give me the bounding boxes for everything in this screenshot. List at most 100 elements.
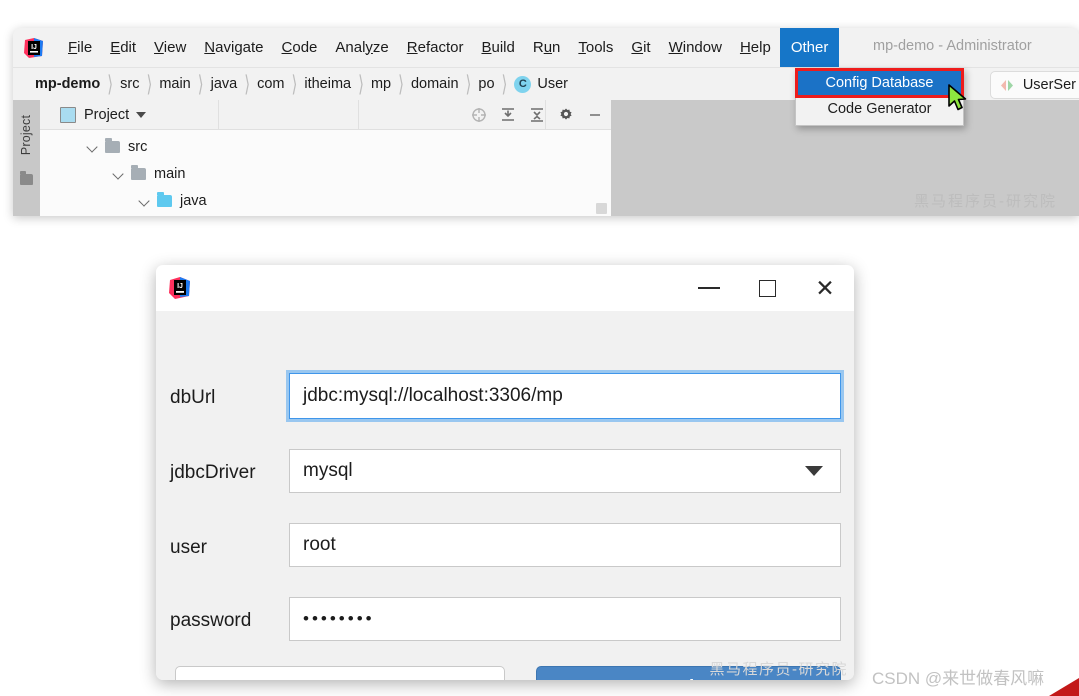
tree-item-src[interactable]: src bbox=[40, 133, 611, 160]
collapse-all-icon[interactable] bbox=[529, 107, 545, 123]
gear-icon[interactable] bbox=[558, 107, 574, 123]
breadcrumb-separator-icon: ⟩ bbox=[146, 72, 153, 98]
breadcrumb-separator-icon: ⟩ bbox=[291, 72, 298, 98]
horizontal-scrollbar[interactable] bbox=[596, 203, 607, 214]
ide-watermark: 黑马程序员-研究院 bbox=[914, 193, 1057, 210]
chevron-down-icon[interactable] bbox=[114, 169, 124, 179]
intellij-idea-logo-icon: IJ bbox=[168, 276, 192, 300]
minimize-icon bbox=[698, 287, 720, 289]
breadcrumb-item-main[interactable]: main bbox=[159, 76, 190, 92]
project-panel-title[interactable]: Project bbox=[84, 107, 129, 123]
dialog-window-controls: ✕ bbox=[680, 265, 854, 311]
breadcrumb-separator-icon: ⟩ bbox=[197, 72, 204, 98]
dialog-title-bar: IJ ✕ bbox=[156, 265, 854, 311]
breadcrumb-separator-icon: ⟩ bbox=[107, 72, 114, 98]
folder-icon bbox=[105, 137, 120, 153]
breadcrumb-item-itheima[interactable]: itheima bbox=[304, 76, 351, 92]
dialog-watermark: 黑马程序员-研究院 bbox=[709, 661, 848, 678]
breadcrumb-item-mp[interactable]: mp bbox=[371, 76, 391, 92]
label-user: user bbox=[170, 537, 207, 558]
input-dburl[interactable]: jdbc:mysql://localhost:3306/mp bbox=[289, 373, 841, 419]
tree-item-label: src bbox=[128, 138, 148, 155]
editor-tab-userservice[interactable]: UserSer bbox=[989, 71, 1079, 99]
menu-item-tools[interactable]: Tools bbox=[569, 29, 622, 67]
menu-bar: IJ File Edit View Navigate Code Analyze … bbox=[13, 28, 1079, 68]
menu-item-file[interactable]: File bbox=[59, 29, 101, 67]
menu-item-refactor[interactable]: Refactor bbox=[398, 29, 473, 67]
input-password-value: •••••••• bbox=[303, 609, 375, 628]
breadcrumb-separator-icon: ⟩ bbox=[465, 72, 472, 98]
minimize-icon[interactable] bbox=[587, 107, 603, 123]
input-dburl-value: jdbc:mysql://localhost:3306/mp bbox=[303, 385, 563, 406]
label-jdbcdriver: jdbcDriver bbox=[170, 462, 256, 483]
project-tree: src main java bbox=[40, 130, 611, 214]
red-corner-marker bbox=[1049, 678, 1079, 696]
menu-item-view[interactable]: View bbox=[145, 29, 195, 67]
input-password[interactable]: •••••••• bbox=[289, 597, 841, 641]
input-user-value: root bbox=[303, 534, 336, 555]
close-icon: ✕ bbox=[815, 274, 835, 301]
panel-divider bbox=[218, 100, 219, 129]
menu-item-git[interactable]: Git bbox=[622, 29, 659, 67]
editor-tab-label: UserSer bbox=[1022, 77, 1076, 93]
menu-item-help[interactable]: Help bbox=[731, 29, 780, 67]
chevron-down-icon[interactable] bbox=[140, 196, 150, 206]
breadcrumb-separator-icon: ⟩ bbox=[501, 72, 508, 98]
folder-icon bbox=[157, 191, 172, 207]
breadcrumb-item-com[interactable]: com bbox=[257, 76, 284, 92]
maximize-icon bbox=[758, 279, 776, 297]
input-user[interactable]: root bbox=[289, 523, 841, 567]
panel-divider bbox=[358, 100, 359, 129]
test-connect-button[interactable]: test connect bbox=[175, 666, 505, 680]
breadcrumb-item-src[interactable]: src bbox=[120, 76, 139, 92]
java-class-icon: C bbox=[514, 75, 532, 93]
breadcrumb-separator-icon: ⟩ bbox=[358, 72, 364, 98]
other-menu-dropdown: Config Database Code Generator bbox=[795, 68, 964, 126]
rail-item-project[interactable]: Project bbox=[19, 104, 33, 166]
ide-window-title: mp-demo - Administrator bbox=[873, 38, 1032, 54]
minimize-button[interactable] bbox=[680, 265, 738, 311]
locate-target-icon[interactable] bbox=[471, 107, 487, 123]
label-password: password bbox=[170, 610, 252, 631]
select-jdbcdriver-value: mysql bbox=[303, 460, 353, 481]
chevron-down-icon[interactable] bbox=[88, 142, 98, 152]
project-view-icon bbox=[60, 106, 76, 123]
menu-item-edit[interactable]: Edit bbox=[101, 29, 145, 67]
chevron-down-icon[interactable] bbox=[136, 111, 147, 118]
breadcrumb-item-project[interactable]: mp-demo bbox=[35, 76, 100, 92]
tree-item-label: java bbox=[180, 192, 207, 209]
dialog-body: dbUrl jdbc:mysql://localhost:3306/mp jdb… bbox=[156, 311, 854, 680]
menu-item-navigate[interactable]: Navigate bbox=[195, 29, 272, 67]
menu-item-analyze[interactable]: Analyze bbox=[326, 29, 397, 67]
menu-item-run[interactable]: Run bbox=[524, 29, 570, 67]
breadcrumb-separator-icon: ⟩ bbox=[244, 72, 251, 98]
breadcrumb-item-domain[interactable]: domain bbox=[411, 76, 459, 92]
breadcrumb-item-java[interactable]: java bbox=[211, 76, 238, 92]
svg-text:IJ: IJ bbox=[31, 44, 37, 51]
breadcrumb-item-po[interactable]: po bbox=[478, 76, 494, 92]
label-dburl: dbUrl bbox=[170, 387, 216, 408]
folder-icon[interactable] bbox=[20, 171, 33, 185]
menu-option-config-database[interactable]: Config Database bbox=[795, 68, 964, 98]
tree-item-java[interactable]: java bbox=[40, 187, 611, 214]
project-tool-window: Project src main java bbox=[40, 100, 612, 216]
maximize-button[interactable] bbox=[738, 265, 796, 311]
chevron-down-icon[interactable] bbox=[805, 466, 823, 476]
tree-item-main[interactable]: main bbox=[40, 160, 611, 187]
menu-item-build[interactable]: Build bbox=[472, 29, 523, 67]
close-button[interactable]: ✕ bbox=[796, 265, 854, 311]
expand-all-icon[interactable] bbox=[500, 107, 516, 123]
project-panel-header: Project bbox=[40, 100, 611, 130]
breadcrumb-separator-icon: ⟩ bbox=[398, 72, 404, 98]
svg-text:IJ: IJ bbox=[177, 283, 183, 290]
breadcrumb-item-class[interactable]: User bbox=[537, 76, 568, 92]
menu-item-window[interactable]: Window bbox=[660, 29, 731, 67]
interface-icon bbox=[999, 79, 1015, 92]
folder-icon bbox=[131, 164, 146, 180]
select-jdbcdriver[interactable]: mysql bbox=[289, 449, 841, 493]
menu-option-code-generator[interactable]: Code Generator bbox=[796, 96, 963, 122]
menu-item-code[interactable]: Code bbox=[273, 29, 327, 67]
tree-item-label: main bbox=[154, 165, 186, 182]
menu-item-other[interactable]: Other bbox=[779, 28, 840, 68]
tool-window-rail: Project bbox=[13, 100, 40, 216]
